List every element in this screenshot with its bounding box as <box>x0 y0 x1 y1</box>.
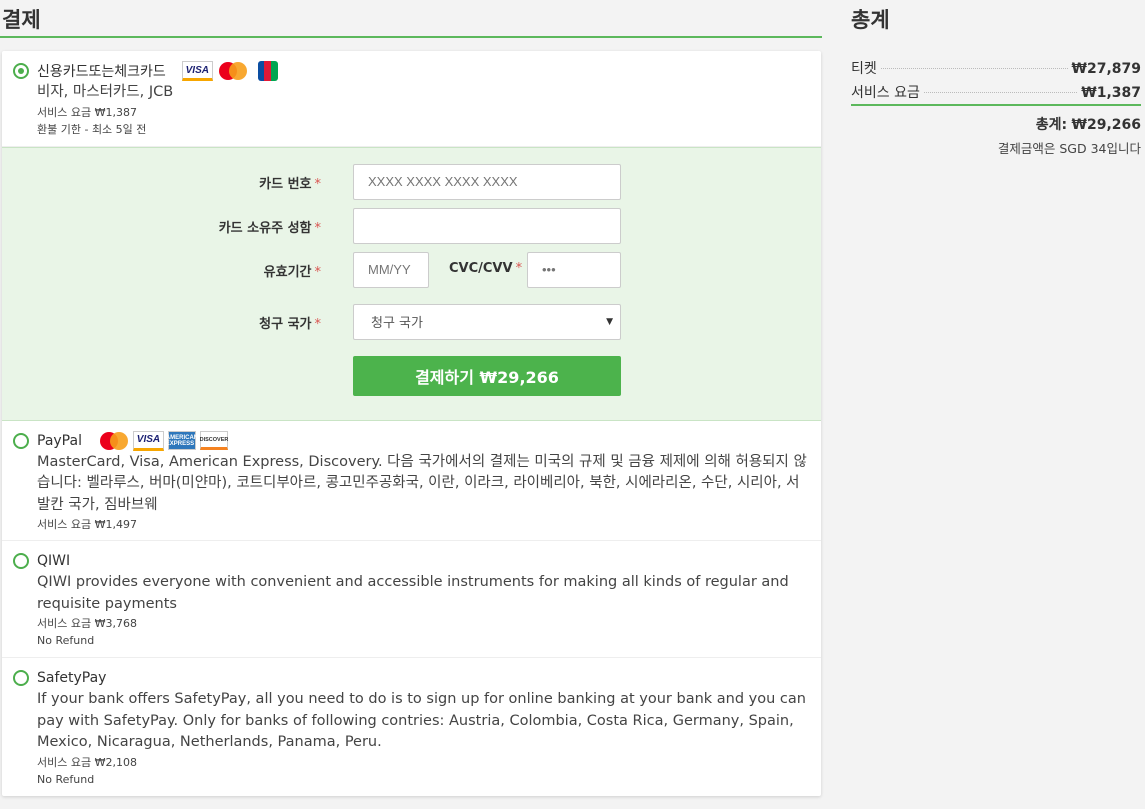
method-desc: If your bank offers SafetyPay, all you n… <box>37 691 806 750</box>
method-fee: 서비스 요금 ₩1,497 <box>37 518 137 531</box>
visa-icon: VISA <box>181 61 213 81</box>
mastercard-icon <box>98 431 129 451</box>
payment-column: 결제 <box>0 0 822 38</box>
summary-title: 총계 <box>851 8 890 32</box>
total-label: 총계: <box>1035 117 1068 133</box>
cvc-input[interactable] <box>527 251 621 288</box>
method-desc: 비자, 마스터카드, JCB <box>37 84 174 100</box>
jcb-icon <box>257 61 278 81</box>
method-name: SafetyPay <box>37 670 107 686</box>
card-logos: VISA <box>181 61 278 81</box>
cvc-label: CVC/CVV * <box>449 260 523 276</box>
payment-title: 결제 <box>0 0 822 38</box>
method-fee: 서비스 요금 ₩1,387 <box>37 105 137 119</box>
method-fee: 서비스 요금 ₩2,108 <box>37 755 137 769</box>
method-desc: QIWI provides everyone with convenient a… <box>37 574 789 612</box>
method-refund: No Refund <box>37 772 95 786</box>
country-select-value: 청구 국가 <box>371 316 423 331</box>
method-refund: No Refund <box>37 634 95 647</box>
method-name: 신용카드또는체크카드 <box>37 64 166 80</box>
radio-credit-card[interactable] <box>13 63 29 79</box>
summary-total: 총계: ₩29,266 <box>851 114 1141 134</box>
discover-icon: DISCOVER <box>200 431 228 450</box>
summary-value: ₩1,387 <box>1081 85 1141 101</box>
expiry-label: 유효기간 * <box>263 264 321 280</box>
expiry-input[interactable] <box>353 251 429 288</box>
mastercard-icon <box>217 61 248 81</box>
radio-paypal[interactable] <box>13 432 29 449</box>
currency-note: 결제금액은 SGD 34입니다 <box>997 141 1141 156</box>
caret-down-icon: ▼ <box>606 316 613 327</box>
pay-button[interactable]: 결제하기 ₩29,266 <box>353 355 621 396</box>
visa-icon: VISA <box>132 430 164 451</box>
amex-icon: AMERICAN EXPRESS <box>166 431 198 450</box>
summary-rows: 티켓 ₩27,879 서비스 요금 ₩1,387 <box>851 50 1141 106</box>
method-credit-card[interactable]: 신용카드또는체크카드 VISA 비자, 마스터카드, JCB 서비스 요금 ₩1… <box>2 51 821 147</box>
radio-safetypay[interactable] <box>13 670 29 686</box>
card-number-input[interactable] <box>353 163 621 200</box>
method-name: PayPal <box>37 432 82 449</box>
card-form: 카드 번호* 카드 소유주 성함* 유효기간* CVC/CVV* 청구 국가* … <box>2 146 821 421</box>
card-logos: VISA AMERICAN EXPRESS DISCOVER <box>98 430 228 451</box>
summary-label: 티켓 <box>851 61 877 77</box>
card-holder-input[interactable] <box>353 207 621 244</box>
method-name: QIWI <box>37 553 71 569</box>
method-qiwi[interactable]: QIWI QIWI provides everyone with conveni… <box>2 541 821 658</box>
summary-column: 총계 티켓 ₩27,879 서비스 요금 ₩1,387 총계: ₩29,266 … <box>851 0 1141 157</box>
method-fee: 서비스 요금 ₩3,768 <box>37 617 137 630</box>
radio-qiwi[interactable] <box>13 553 29 569</box>
card-number-label: 카드 번호 * <box>259 176 321 192</box>
country-label: 청구 국가 * <box>259 316 321 332</box>
summary-value: ₩27,879 <box>1071 61 1141 77</box>
country-select[interactable]: 청구 국가 ▼ <box>353 303 621 340</box>
method-refund: 환불 기한 - 최소 5일 전 <box>37 122 147 136</box>
payment-methods-panel: 신용카드또는체크카드 VISA 비자, 마스터카드, JCB 서비스 요금 ₩1… <box>2 51 821 796</box>
method-safetypay[interactable]: SafetyPay If your bank offers SafetyPay,… <box>2 658 821 796</box>
method-desc: MasterCard, Visa, American Express, Disc… <box>37 453 807 513</box>
card-holder-label: 카드 소유주 성함 * <box>218 220 321 236</box>
total-value: ₩29,266 <box>1071 117 1141 133</box>
method-paypal[interactable]: PayPal VISA AMERICAN EXPRESS DISCOVER Ma… <box>2 421 821 541</box>
summary-label: 서비스 요금 <box>851 85 920 101</box>
summary-row-ticket: 티켓 ₩27,879 <box>851 50 1141 77</box>
summary-row-service-fee: 서비스 요금 ₩1,387 <box>851 74 1141 101</box>
